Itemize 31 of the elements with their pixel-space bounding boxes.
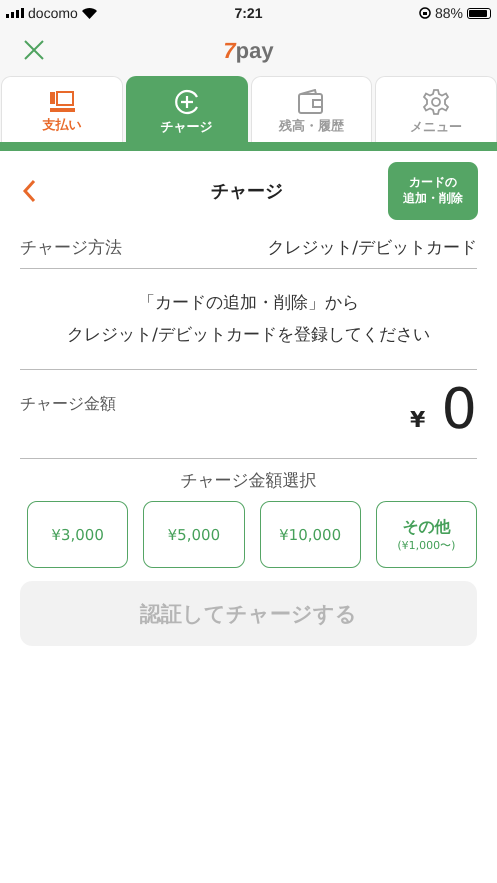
amount-value: 0 <box>441 380 477 440</box>
amount-option-button[interactable]: ¥3,000 <box>27 501 128 568</box>
carrier-name: docomo <box>28 5 78 21</box>
battery-icon <box>467 8 491 18</box>
amount-option-button[interactable]: ¥5,000 <box>143 501 244 568</box>
wallet-icon <box>297 88 326 114</box>
battery-percent: 88% <box>434 5 463 21</box>
app-logo: 7pay <box>223 38 274 64</box>
amount-option-button[interactable]: ¥10,000 <box>260 501 361 568</box>
tab[interactable]: 残高・履歴 <box>250 76 372 142</box>
status-time: 7:21 <box>234 5 263 21</box>
settings-icon <box>422 88 450 116</box>
amount-option-button[interactable]: その他 (¥1,000〜) <box>376 501 477 568</box>
rotation-lock-icon <box>418 7 431 19</box>
signal-icon <box>6 8 24 18</box>
info-message: 「カードの追加・削除」から クレジット/デビットカードを登録してください <box>20 269 477 370</box>
method-label: チャージ方法 <box>20 237 122 259</box>
currency-sign: ¥ <box>410 408 426 432</box>
tab[interactable]: 支払い <box>1 76 123 142</box>
tab[interactable]: メニュー <box>375 76 497 142</box>
amount-select-label: チャージ金額選択 <box>180 470 318 492</box>
page-title: チャージ <box>211 180 283 203</box>
add-remove-card-button[interactable]: カードの 追加・削除 <box>388 162 478 220</box>
amount-label: チャージ金額 <box>20 394 116 415</box>
method-value: クレジット/デビットカード <box>267 237 477 259</box>
back-icon[interactable] <box>22 179 36 203</box>
wifi-icon <box>82 8 97 18</box>
register-icon <box>48 90 76 114</box>
tab[interactable]: チャージ <box>126 76 248 142</box>
plus-circle-icon <box>172 88 201 116</box>
close-icon[interactable] <box>23 39 45 61</box>
